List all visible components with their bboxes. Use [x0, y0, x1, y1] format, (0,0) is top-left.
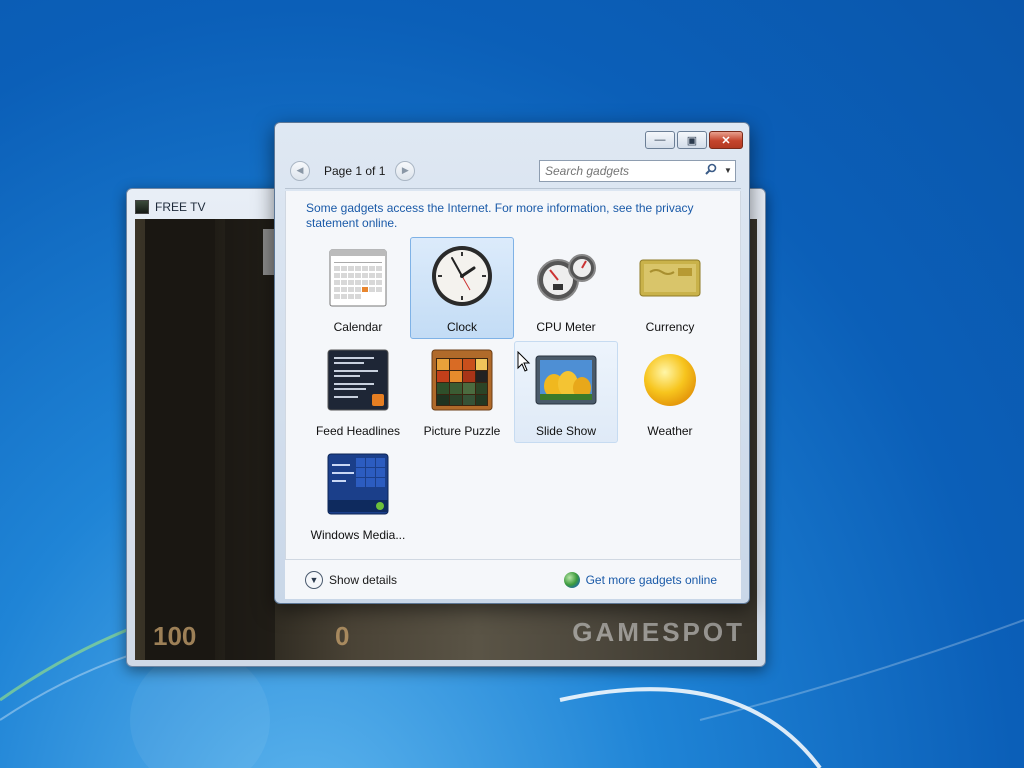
tv-app-icon [135, 200, 149, 214]
show-details-button[interactable]: ▼ Show details [305, 570, 398, 589]
gadget-label: Weather [647, 424, 693, 438]
video-dark-pillar [145, 219, 215, 660]
gadgets-footer: ▼ Show details Get more gadgets online [285, 559, 741, 599]
chevron-left-icon: ◀ [296, 165, 304, 175]
pager: ◀ Page 1 of 1 ▶ [290, 160, 416, 181]
restore-icon: ▣ [686, 134, 698, 147]
hud-armor: 0 [335, 621, 350, 651]
tv-window-title: FREE TV [155, 200, 206, 214]
calendar-icon [326, 244, 390, 308]
picture-puzzle-icon [430, 348, 494, 412]
cpu-meter-icon [534, 244, 598, 308]
gadget-label: Windows Media... [310, 528, 406, 542]
gadget-picture-puzzle[interactable]: Picture Puzzle [410, 341, 514, 443]
close-icon: ✕ [721, 134, 731, 147]
chevron-down-icon[interactable]: ▼ [721, 166, 735, 175]
page-indicator: Page 1 of 1 [324, 163, 386, 178]
search-input[interactable] [540, 163, 705, 178]
get-more-gadgets-label: Get more gadgets online [585, 572, 717, 587]
search-icon[interactable] [705, 163, 721, 178]
video-dark-pillar [225, 219, 275, 660]
gadget-currency[interactable]: Currency [618, 237, 722, 339]
minimize-button[interactable]: — [645, 131, 675, 149]
gadget-calendar[interactable]: Calendar [306, 237, 410, 339]
globe-icon [563, 571, 580, 588]
restore-button[interactable]: ▣ [677, 131, 707, 149]
tv-titlebar[interactable]: FREE TV [135, 197, 205, 217]
next-page-button[interactable]: ▶ [395, 160, 416, 181]
chevron-right-icon: ▶ [401, 165, 409, 175]
mouse-pointer-icon [517, 351, 531, 372]
gadget-cpu-meter[interactable]: CPU Meter [514, 237, 618, 339]
gadget-label: Calendar [333, 320, 383, 334]
windows-media-center-icon [326, 452, 390, 516]
gadgets-toolbar: ◀ Page 1 of 1 ▶ ▼ [285, 153, 741, 189]
gadget-feed-headlines[interactable]: Feed Headlines [306, 341, 410, 443]
previous-page-button[interactable]: ◀ [290, 160, 310, 181]
privacy-info-link[interactable]: Some gadgets access the Internet. For mo… [306, 201, 726, 231]
feed-headlines-icon [326, 348, 390, 412]
gamespot-watermark: GAMESPOT [572, 617, 745, 647]
gadget-windows-media-center[interactable]: Windows Media... [306, 445, 410, 547]
gadget-clock[interactable]: Clock [410, 237, 514, 339]
slide-show-icon [534, 348, 598, 412]
chevron-down-icon: ▼ [305, 570, 323, 589]
gadget-label: Currency [645, 320, 695, 334]
gadget-weather[interactable]: Weather [618, 341, 722, 443]
gadget-label: CPU Meter [536, 320, 596, 334]
gadget-label: Clock [446, 320, 477, 334]
gadget-label: Slide Show [535, 424, 597, 438]
hud-health: 100 [153, 621, 197, 651]
gadgets-list: Some gadgets access the Internet. For mo… [285, 191, 741, 559]
currency-icon [638, 244, 702, 308]
close-button[interactable]: ✕ [709, 131, 743, 149]
gadget-label: Picture Puzzle [423, 424, 501, 438]
weather-icon [638, 348, 702, 412]
get-more-gadgets-link[interactable]: Get more gadgets online [563, 571, 717, 588]
search-box[interactable]: ▼ [539, 159, 736, 182]
gadget-label: Feed Headlines [315, 424, 401, 438]
clock-icon [430, 244, 494, 308]
gadgets-gallery-window[interactable]: — ▣ ✕ ◀ Page 1 of 1 ▶ ▼ Some gadgets acc… [274, 122, 750, 604]
show-details-label: Show details [329, 572, 398, 587]
minimize-icon: — [654, 134, 666, 146]
